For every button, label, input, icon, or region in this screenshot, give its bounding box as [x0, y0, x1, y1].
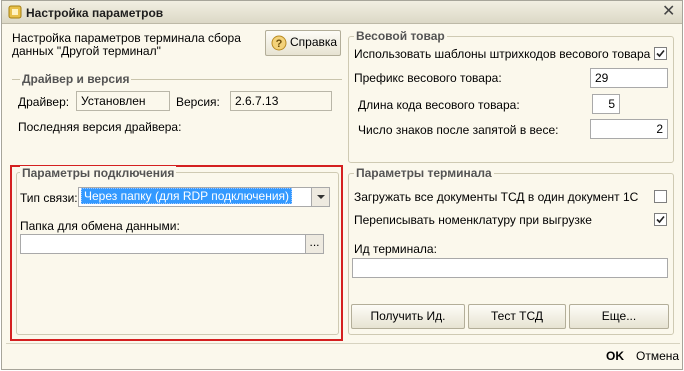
decimals-input[interactable]: 2 — [590, 119, 668, 139]
driver-value: Установлен — [76, 91, 170, 111]
get-id-button[interactable]: Получить Ид. — [351, 304, 465, 329]
link-type-label: Тип связи: — [20, 191, 78, 205]
question-icon: ? — [271, 35, 287, 51]
cancel-button[interactable]: Отмена — [636, 349, 679, 363]
more-button[interactable]: Еще... — [569, 304, 669, 329]
intro-line-2: данных "Другой терминал" — [12, 44, 161, 58]
browse-button[interactable]: ... — [305, 235, 323, 253]
app-icon — [8, 5, 22, 19]
code-length-label: Длина кода весового товара: — [358, 98, 520, 112]
rewrite-label: Переписывать номенклатуру при выгрузке — [354, 213, 592, 227]
version-label: Версия: — [176, 95, 220, 109]
footer-separator — [6, 343, 680, 344]
ok-button[interactable]: OK — [606, 349, 624, 363]
test-tsd-button[interactable]: Тест ТСД — [468, 304, 566, 329]
terminal-group-title: Параметры терминала — [354, 166, 494, 180]
decimals-label: Число знаков после запятой в весе: — [358, 123, 559, 137]
latest-driver-label: Последняя версия драйвера: — [18, 120, 182, 134]
load-all-label: Загружать все документы ТСД в один докум… — [354, 190, 639, 204]
link-type-select[interactable]: Через папку (для RDP подключения) — [78, 187, 330, 207]
code-length-input[interactable]: 5 — [592, 94, 620, 114]
connection-group-title: Параметры подключения — [20, 166, 177, 180]
chevron-down-icon[interactable] — [311, 188, 329, 206]
driver-group-title: Драйвер и версия — [20, 72, 132, 86]
use-templates-label: Использовать шаблоны штрихкодов весового… — [354, 47, 651, 61]
load-all-checkbox[interactable] — [654, 190, 667, 203]
terminal-id-input[interactable] — [352, 258, 668, 278]
use-templates-checkbox[interactable] — [654, 47, 667, 60]
rewrite-checkbox[interactable] — [654, 213, 667, 226]
folder-label: Папка для обмена данными: — [20, 219, 180, 233]
help-button-label: Справка — [290, 35, 338, 49]
window-title: Настройка параметров — [26, 6, 164, 20]
terminal-id-label: Ид терминала: — [354, 242, 437, 256]
link-type-value: Через папку (для RDP подключения) — [81, 188, 293, 204]
settings-window: Настройка параметров ✕ Настройка парамет… — [1, 0, 683, 370]
title-bar: Настройка параметров ✕ — [2, 1, 682, 24]
prefix-label: Префикс весового товара: — [354, 71, 502, 85]
close-icon[interactable]: ✕ — [662, 2, 675, 22]
weight-group-title: Весовой товар — [354, 29, 447, 43]
help-button[interactable]: ? Справка — [265, 30, 341, 56]
version-value: 2.6.7.13 — [230, 91, 332, 111]
driver-label: Драйвер: — [18, 95, 70, 109]
svg-text:?: ? — [276, 38, 283, 50]
intro-line-1: Настройка параметров терминала сбора — [12, 31, 241, 45]
folder-input[interactable]: ... — [20, 234, 324, 254]
prefix-input[interactable]: 29 — [590, 68, 668, 88]
